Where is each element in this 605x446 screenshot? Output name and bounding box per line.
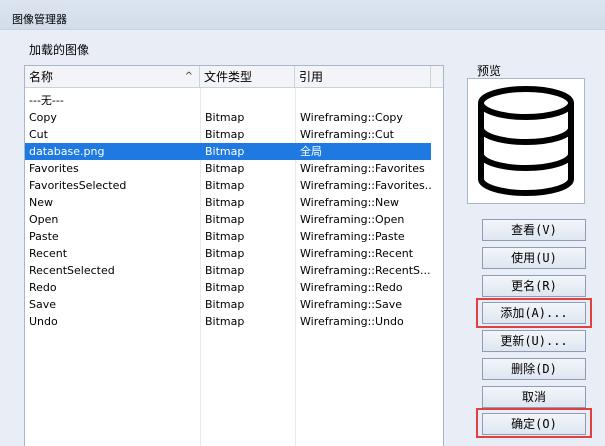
row-name: RecentSelected xyxy=(29,264,115,277)
row-name: Paste xyxy=(29,230,59,243)
row-name: Favorites xyxy=(29,162,79,175)
row-type: Bitmap xyxy=(205,298,245,311)
row-ref: Wireframing::Favorites... xyxy=(300,179,431,192)
row-name: Open xyxy=(29,213,59,226)
list-row[interactable]: Save Bitmap Wireframing::Save xyxy=(25,296,431,313)
list-row[interactable]: FavoritesSelected Bitmap Wireframing::Fa… xyxy=(25,177,431,194)
row-ref: Wireframing::Paste xyxy=(300,230,405,243)
rename-button[interactable]: 更名(R) xyxy=(482,275,586,297)
list-row[interactable]: Undo Bitmap Wireframing::Undo xyxy=(25,313,431,330)
row-ref: Wireframing::Undo xyxy=(300,315,404,328)
column-header-ref[interactable]: 引用 xyxy=(295,66,431,88)
row-name: New xyxy=(29,196,53,209)
column-header-name-label: 名称 xyxy=(29,70,54,84)
row-type: Bitmap xyxy=(205,230,245,243)
preview-label: 预览 xyxy=(477,64,502,78)
row-ref: Wireframing::New xyxy=(300,196,400,209)
row-type: Bitmap xyxy=(205,264,245,277)
row-ref: 全局 xyxy=(300,145,322,158)
list-row[interactable]: ---无--- xyxy=(25,92,431,109)
sort-ascending-icon: ^ xyxy=(184,71,193,82)
list-header: 名称 ^ 文件类型 引用 xyxy=(25,66,443,88)
row-ref: Wireframing::RecentS... xyxy=(300,264,431,277)
list-row[interactable]: Cut Bitmap Wireframing::Cut xyxy=(25,126,431,143)
list-row-selected[interactable]: database.png Bitmap 全局 xyxy=(25,143,431,160)
highlight-box-ok xyxy=(476,408,592,438)
delete-button[interactable]: 删除(D) xyxy=(482,358,586,380)
window-title: 图像管理器 xyxy=(12,13,67,26)
list-row[interactable]: Favorites Bitmap Wireframing::Favorites xyxy=(25,160,431,177)
list-row[interactable]: RecentSelected Bitmap Wireframing::Recen… xyxy=(25,262,431,279)
row-type: Bitmap xyxy=(205,162,245,175)
row-name: ---无--- xyxy=(29,94,64,107)
column-header-ref-label: 引用 xyxy=(299,70,324,84)
row-name: FavoritesSelected xyxy=(29,179,127,192)
list-row[interactable]: Recent Bitmap Wireframing::Recent xyxy=(25,245,431,262)
row-type: Bitmap xyxy=(205,196,245,209)
list-row[interactable]: Open Bitmap Wireframing::Open xyxy=(25,211,431,228)
list-row[interactable]: Redo Bitmap Wireframing::Redo xyxy=(25,279,431,296)
row-type: Bitmap xyxy=(205,281,245,294)
row-type: Bitmap xyxy=(205,315,245,328)
database-icon xyxy=(478,86,574,196)
use-button[interactable]: 使用(U) xyxy=(482,247,586,269)
row-name: Undo xyxy=(29,315,58,328)
highlight-box-add xyxy=(476,298,592,328)
list-row[interactable]: Copy Bitmap Wireframing::Copy xyxy=(25,109,431,126)
row-name: Recent xyxy=(29,247,68,260)
title-bar: 图像管理器 xyxy=(0,0,605,30)
row-type: Bitmap xyxy=(205,145,245,158)
update-button[interactable]: 更新(U)... xyxy=(482,330,586,352)
list-row[interactable]: Paste Bitmap Wireframing::Paste xyxy=(25,228,431,245)
row-name: Save xyxy=(29,298,57,311)
row-name: Cut xyxy=(29,128,48,141)
loaded-images-label: 加载的图像 xyxy=(29,43,90,57)
row-type: Bitmap xyxy=(205,128,245,141)
column-header-type[interactable]: 文件类型 xyxy=(200,66,295,88)
row-ref: Wireframing::Cut xyxy=(300,128,394,141)
row-ref: Wireframing::Save xyxy=(300,298,403,311)
row-name: Redo xyxy=(29,281,57,294)
row-name: database.png xyxy=(29,145,105,158)
row-ref: Wireframing::Favorites xyxy=(300,162,425,175)
row-ref: Wireframing::Copy xyxy=(300,111,403,124)
row-type: Bitmap xyxy=(205,111,245,124)
row-ref: Wireframing::Redo xyxy=(300,281,403,294)
row-type: Bitmap xyxy=(205,247,245,260)
cancel-button[interactable]: 取消 xyxy=(482,386,586,408)
image-preview xyxy=(467,78,585,204)
row-ref: Wireframing::Open xyxy=(300,213,405,226)
column-header-type-label: 文件类型 xyxy=(204,70,253,84)
image-list[interactable]: 名称 ^ 文件类型 引用 ---无--- Copy Bitmap Wirefra… xyxy=(24,65,444,446)
view-button[interactable]: 查看(V) xyxy=(482,219,586,241)
row-name: Copy xyxy=(29,111,57,124)
row-type: Bitmap xyxy=(205,213,245,226)
row-type: Bitmap xyxy=(205,179,245,192)
column-header-name[interactable]: 名称 ^ xyxy=(25,66,200,88)
list-row[interactable]: New Bitmap Wireframing::New xyxy=(25,194,431,211)
row-ref: Wireframing::Recent xyxy=(300,247,414,260)
